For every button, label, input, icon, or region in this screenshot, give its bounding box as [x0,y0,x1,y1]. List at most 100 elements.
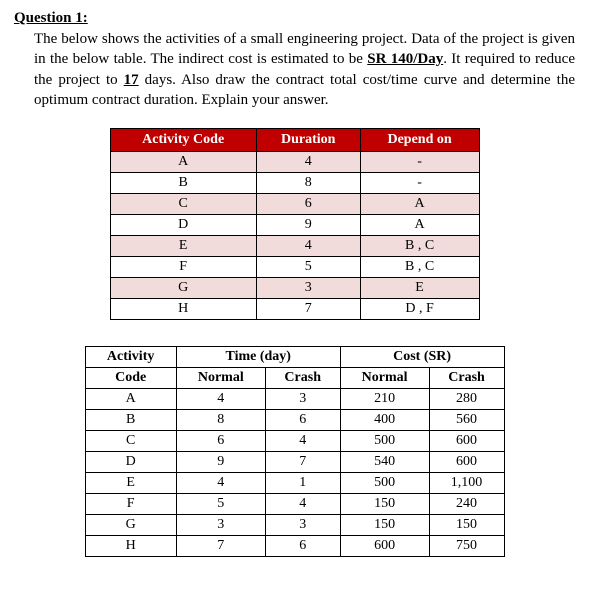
col-activity-code: Activity Code [110,129,256,152]
table-cell: 6 [265,410,340,431]
table-cell: 750 [429,536,504,557]
table-row: G33150150 [85,515,504,536]
table-cell: 7 [176,536,265,557]
table-cell: 240 [429,494,504,515]
table-cell: B [85,410,176,431]
table-cell: 6 [176,431,265,452]
table-cell: 150 [429,515,504,536]
table-cell: 7 [265,452,340,473]
table-cell: 400 [340,410,429,431]
table-cell: D , F [360,299,479,320]
table-cell: 4 [265,494,340,515]
table-sub-header-row: Code Normal Crash Normal Crash [85,368,504,389]
table-cell: B [110,173,256,194]
table-cell: 9 [176,452,265,473]
table-cell: 9 [256,215,360,236]
table-cell: A [360,215,479,236]
col-depend-on: Depend on [360,129,479,152]
table-row: D97540600 [85,452,504,473]
sub-cost-crash: Crash [429,368,504,389]
col-duration: Duration [256,129,360,152]
table-row: D9A [110,215,479,236]
table-row: B86400560 [85,410,504,431]
table-cell: E [360,278,479,299]
table-cell: 1 [265,473,340,494]
table-cell: 8 [256,173,360,194]
table-cell: 7 [256,299,360,320]
table-cell: B , C [360,236,479,257]
table-cell: 4 [256,236,360,257]
table-cell: 5 [256,257,360,278]
table-cell: 3 [176,515,265,536]
table-cell: A [360,194,479,215]
table-cell: 150 [340,494,429,515]
cost-time-table: Activity Time (day) Cost (SR) Code Norma… [85,346,505,557]
sub-code: Code [85,368,176,389]
table-cell: 540 [340,452,429,473]
table-cell: 8 [176,410,265,431]
indirect-cost-rate: SR 140/Day [367,51,443,67]
table-cell: G [85,515,176,536]
table-row: A4- [110,152,479,173]
table-cell: A [110,152,256,173]
table-row: A43210280 [85,389,504,410]
table-cell: 3 [256,278,360,299]
dependency-table: Activity Code Duration Depend on A4-B8-C… [110,128,480,320]
table-cell: 500 [340,431,429,452]
table-cell: D [85,452,176,473]
sub-cost-normal: Normal [340,368,429,389]
table-row: C64500600 [85,431,504,452]
table-cell: C [110,194,256,215]
table-cell: - [360,173,479,194]
table-row: E415001,100 [85,473,504,494]
table-cell: 150 [340,515,429,536]
table-cell: 560 [429,410,504,431]
sub-time-crash: Crash [265,368,340,389]
question-title: Question 1: [14,10,575,27]
table-row: H7D , F [110,299,479,320]
table-cell: 6 [265,536,340,557]
table-cell: 280 [429,389,504,410]
table-cell: 500 [340,473,429,494]
table-header-row: Activity Code Duration Depend on [110,129,479,152]
table-cell: - [360,152,479,173]
table-row: F5B , C [110,257,479,278]
table-cell: 5 [176,494,265,515]
table-cell: 600 [429,431,504,452]
table-row: B8- [110,173,479,194]
table-group-header-row: Activity Time (day) Cost (SR) [85,347,504,368]
group-activity: Activity [85,347,176,368]
table-cell: 4 [265,431,340,452]
table-cell: D [110,215,256,236]
table-cell: H [110,299,256,320]
group-cost: Cost (SR) [340,347,504,368]
target-days: 17 [124,72,139,88]
table-row: E4B , C [110,236,479,257]
table-cell: 4 [176,389,265,410]
table-cell: H [85,536,176,557]
table-cell: G [110,278,256,299]
table-cell: E [110,236,256,257]
table-row: F54150240 [85,494,504,515]
table-cell: 4 [176,473,265,494]
table-cell: C [85,431,176,452]
table-cell: 4 [256,152,360,173]
table-cell: B , C [360,257,479,278]
table-row: C6A [110,194,479,215]
table-cell: 3 [265,515,340,536]
table-cell: 3 [265,389,340,410]
table-cell: 6 [256,194,360,215]
sub-time-normal: Normal [176,368,265,389]
table-cell: A [85,389,176,410]
table-row: G3E [110,278,479,299]
table-cell: F [85,494,176,515]
table-cell: 600 [429,452,504,473]
table-cell: E [85,473,176,494]
table-cell: 600 [340,536,429,557]
table-row: H76600750 [85,536,504,557]
group-time: Time (day) [176,347,340,368]
table-cell: 1,100 [429,473,504,494]
table-cell: 210 [340,389,429,410]
question-body: The below shows the activities of a smal… [34,29,575,110]
table-cell: F [110,257,256,278]
